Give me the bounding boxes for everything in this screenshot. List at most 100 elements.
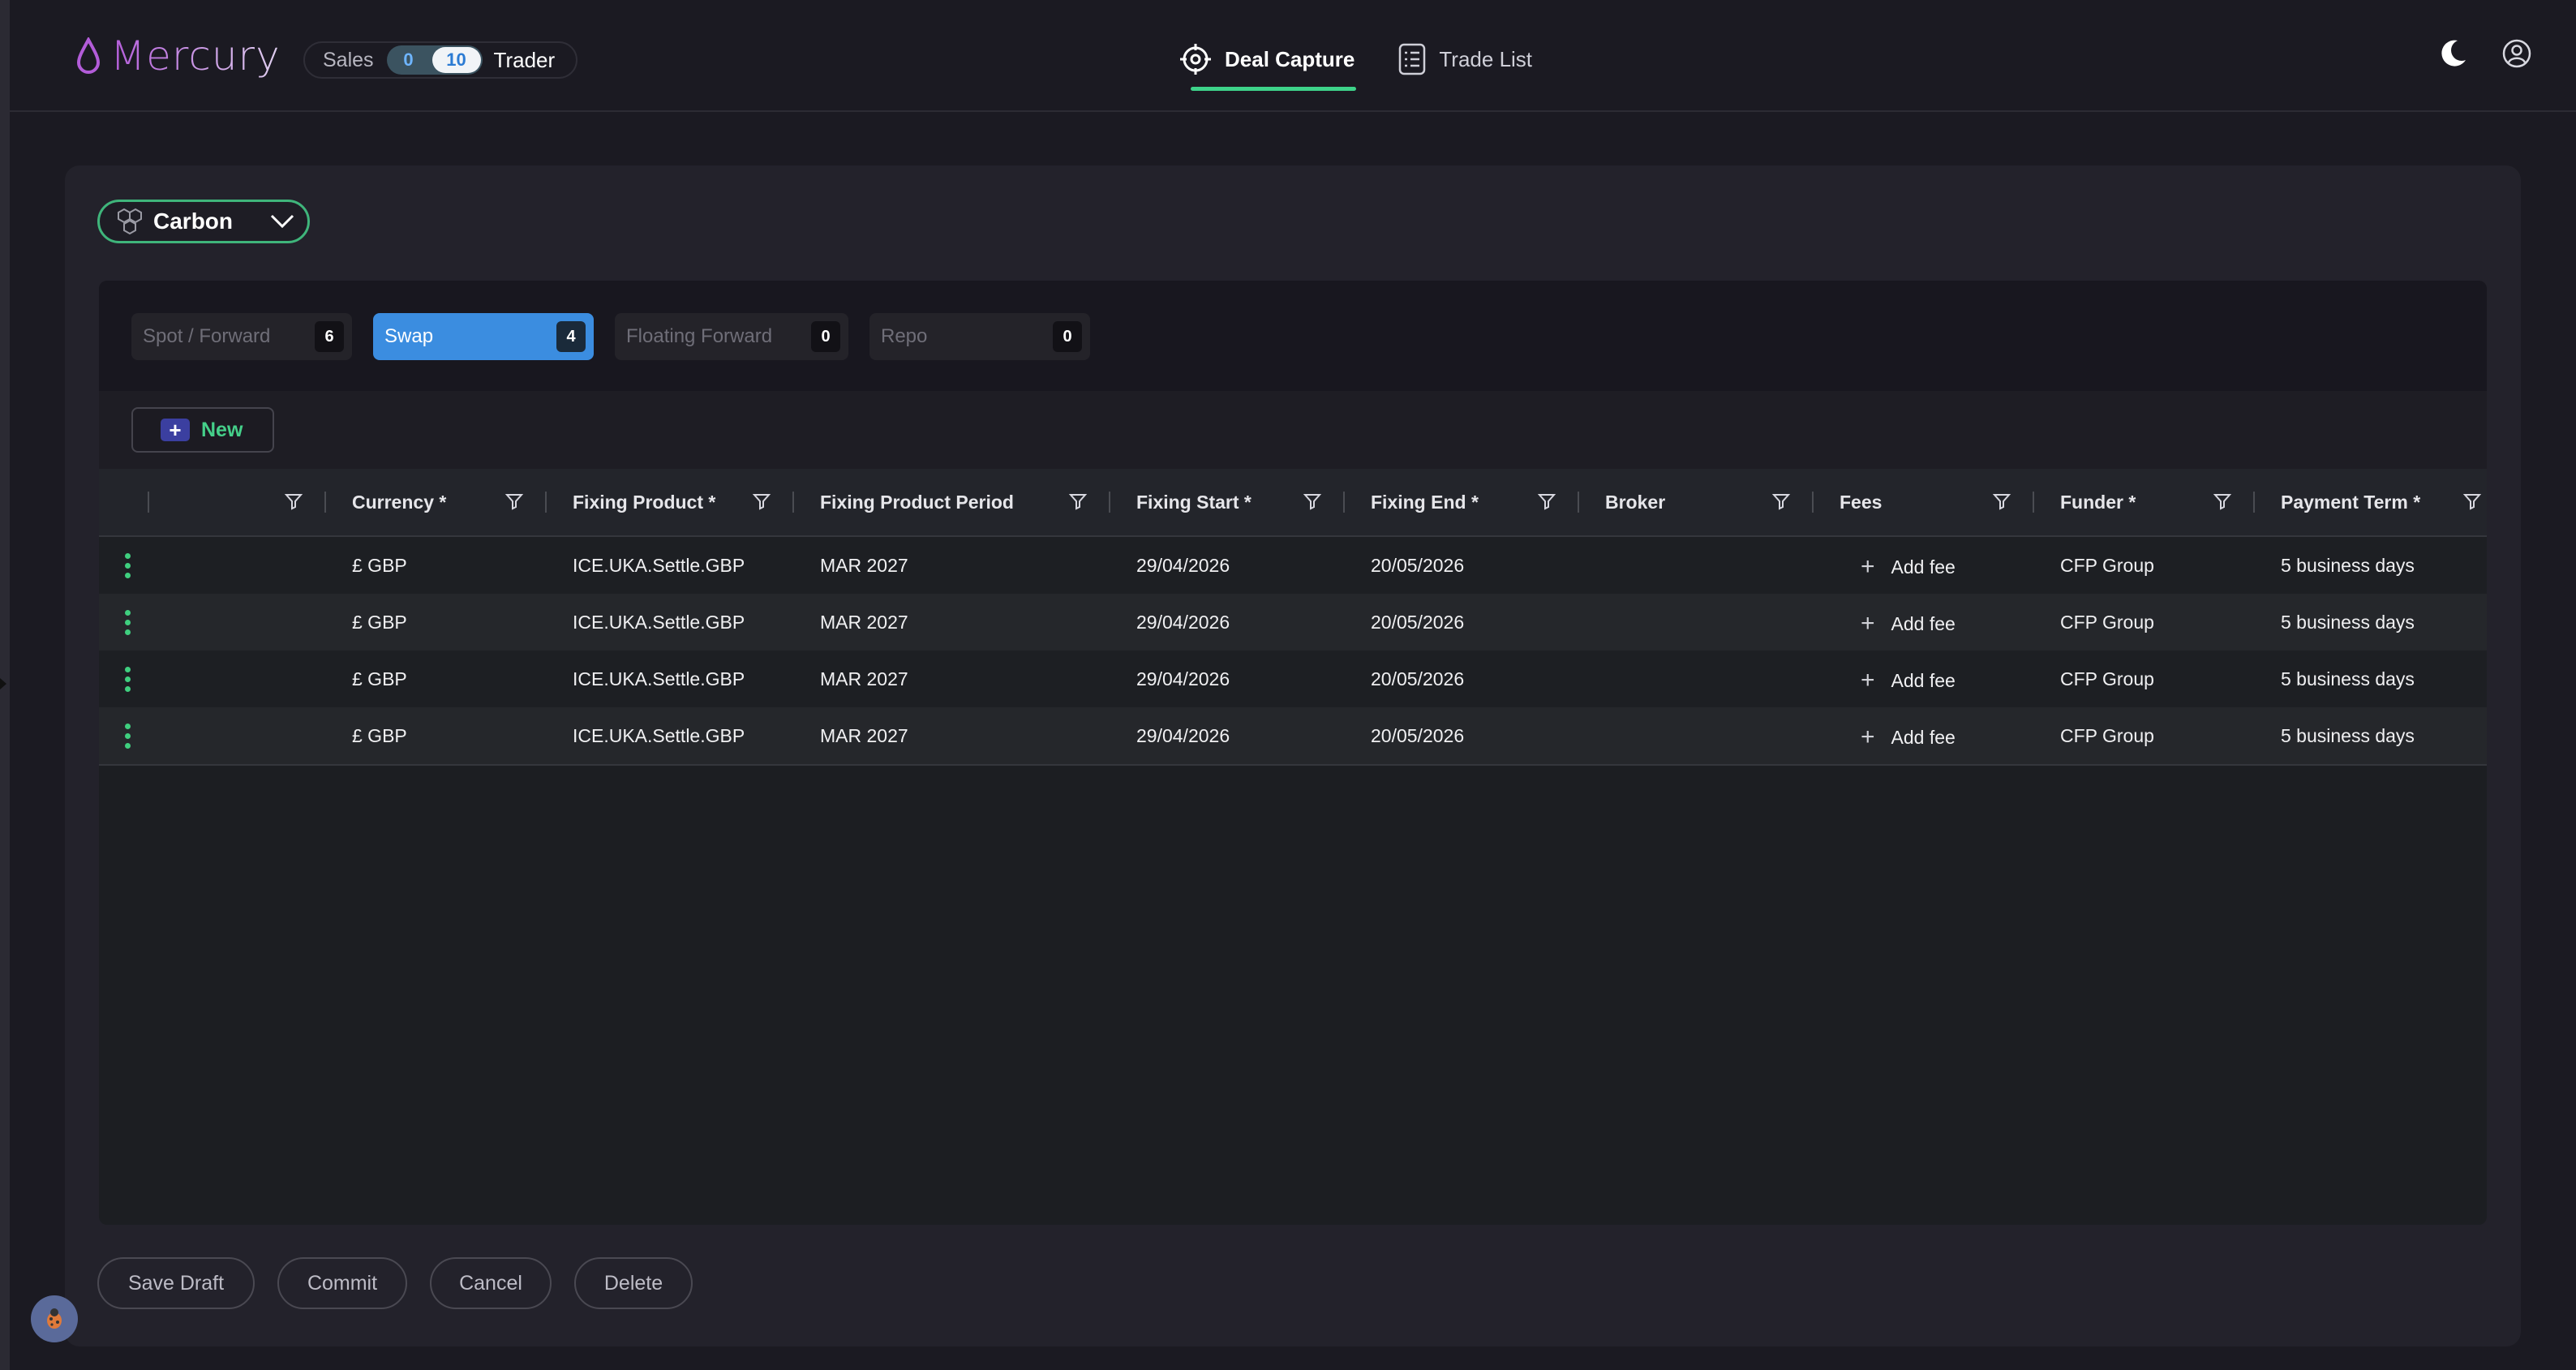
filter-icon[interactable] bbox=[504, 492, 524, 511]
filter-icon[interactable] bbox=[1068, 492, 1088, 511]
fixing-start-cell[interactable]: 29/04/2026 bbox=[1110, 594, 1345, 651]
payment-term-cell[interactable]: 5 business days bbox=[2255, 651, 2487, 707]
bug-report-icon[interactable] bbox=[31, 1295, 78, 1342]
fixing-product-cell[interactable]: ICE.UKA.Settle.GBP bbox=[547, 537, 794, 594]
filter-icon[interactable] bbox=[1537, 492, 1556, 511]
nav-trade-list[interactable]: Trade List bbox=[1397, 32, 1534, 86]
delete-button[interactable]: Delete bbox=[574, 1257, 693, 1309]
currency-cell[interactable]: £ GBP bbox=[326, 594, 547, 651]
add-fee-button[interactable]: + Add fee bbox=[1814, 610, 1956, 638]
plus-icon: + bbox=[1861, 667, 1875, 694]
plus-icon: + bbox=[1861, 724, 1875, 750]
currency-cell[interactable]: £ GBP bbox=[326, 651, 547, 707]
tab-spot-forward[interactable]: Spot / Forward 6 bbox=[131, 313, 352, 360]
tab-label: Spot / Forward bbox=[143, 325, 271, 347]
table-toolbar: + New bbox=[99, 391, 2487, 469]
fixing-period-cell[interactable]: MAR 2027 bbox=[794, 537, 1110, 594]
trader-label: Trader bbox=[493, 47, 556, 72]
column-header-broker[interactable]: Broker bbox=[1579, 469, 1814, 535]
tab-label: Floating Forward bbox=[626, 325, 773, 347]
column-header-fixing-product[interactable]: Fixing Product * bbox=[547, 469, 794, 535]
column-header-fixing-product-period[interactable]: Fixing Product Period bbox=[794, 469, 1110, 535]
broker-cell[interactable] bbox=[1579, 651, 1814, 707]
fixing-product-cell[interactable]: ICE.UKA.Settle.GBP bbox=[547, 594, 794, 651]
commit-button[interactable]: Commit bbox=[277, 1257, 407, 1309]
broker-cell[interactable] bbox=[1579, 537, 1814, 594]
filter-icon[interactable] bbox=[2462, 492, 2482, 511]
column-header-fees[interactable]: Fees bbox=[1814, 469, 2034, 535]
column-header-currency[interactable]: Currency * bbox=[326, 469, 547, 535]
tab-floating-forward[interactable]: Floating Forward 0 bbox=[615, 313, 848, 360]
tab-count: 6 bbox=[315, 321, 344, 352]
fees-cell: + Add fee bbox=[1814, 707, 2034, 764]
funder-cell[interactable]: CFP Group bbox=[2034, 651, 2255, 707]
fees-cell: + Add fee bbox=[1814, 594, 2034, 651]
currency-cell[interactable]: £ GBP bbox=[326, 537, 547, 594]
fixing-product-cell[interactable]: ICE.UKA.Settle.GBP bbox=[547, 651, 794, 707]
table-row: £ GBP ICE.UKA.Settle.GBP MAR 2027 29/04/… bbox=[99, 537, 2487, 594]
list-icon bbox=[1399, 43, 1426, 75]
trade-card: Spot / Forward 6 Swap 4 Floating Forward… bbox=[99, 281, 2487, 1225]
fixing-end-cell[interactable]: 20/05/2026 bbox=[1345, 537, 1579, 594]
moon-icon[interactable] bbox=[2436, 37, 2469, 70]
fixing-end-cell[interactable]: 20/05/2026 bbox=[1345, 594, 1579, 651]
payment-term-cell[interactable]: 5 business days bbox=[2255, 594, 2487, 651]
table-row: £ GBP ICE.UKA.Settle.GBP MAR 2027 29/04/… bbox=[99, 594, 2487, 651]
sales-trader-toggle[interactable]: Sales 0 10 Trader bbox=[303, 41, 577, 79]
fixing-end-cell[interactable]: 20/05/2026 bbox=[1345, 707, 1579, 764]
row-menu-icon[interactable] bbox=[125, 609, 131, 635]
app-logo[interactable]: Mercury bbox=[75, 32, 281, 79]
funder-cell[interactable]: CFP Group bbox=[2034, 707, 2255, 764]
tab-swap[interactable]: Swap 4 bbox=[373, 313, 594, 360]
fixing-product-cell[interactable]: ICE.UKA.Settle.GBP bbox=[547, 707, 794, 764]
broker-cell[interactable] bbox=[1579, 594, 1814, 651]
column-label: Payment Term * bbox=[2281, 491, 2421, 513]
row-menu-icon[interactable] bbox=[125, 552, 131, 578]
filter-icon[interactable] bbox=[1992, 492, 2011, 511]
hexagons-icon bbox=[118, 208, 142, 235]
row-menu-icon[interactable] bbox=[125, 666, 131, 692]
column-header-fixing-end[interactable]: Fixing End * bbox=[1345, 469, 1579, 535]
filter-icon[interactable] bbox=[284, 492, 303, 511]
column-label: Broker bbox=[1605, 491, 1666, 513]
fixing-start-cell[interactable]: 29/04/2026 bbox=[1110, 537, 1345, 594]
payment-term-cell[interactable]: 5 business days bbox=[2255, 707, 2487, 764]
user-circle-icon[interactable] bbox=[2501, 38, 2532, 69]
tab-repo[interactable]: Repo 0 bbox=[869, 313, 1090, 360]
broker-cell[interactable] bbox=[1579, 707, 1814, 764]
column-header-funder[interactable]: Funder * bbox=[2034, 469, 2255, 535]
count-pill[interactable]: 0 10 bbox=[386, 45, 483, 75]
tab-label: Swap bbox=[384, 325, 434, 347]
column-label: Fixing Product * bbox=[573, 491, 716, 513]
funder-cell[interactable]: CFP Group bbox=[2034, 537, 2255, 594]
asset-class-dropdown[interactable]: Carbon bbox=[97, 200, 310, 243]
add-fee-button[interactable]: + Add fee bbox=[1814, 724, 1956, 751]
filter-icon[interactable] bbox=[2213, 492, 2232, 511]
column-header-fixing-start[interactable]: Fixing Start * bbox=[1110, 469, 1345, 535]
fixing-end-cell[interactable]: 20/05/2026 bbox=[1345, 651, 1579, 707]
header-actions bbox=[2436, 37, 2532, 70]
fixing-period-cell[interactable]: MAR 2027 bbox=[794, 707, 1110, 764]
fixing-period-cell[interactable]: MAR 2027 bbox=[794, 651, 1110, 707]
filter-icon[interactable] bbox=[1303, 492, 1322, 511]
new-trade-button[interactable]: + New bbox=[131, 407, 274, 453]
fixing-start-cell[interactable]: 29/04/2026 bbox=[1110, 707, 1345, 764]
filter-icon[interactable] bbox=[752, 492, 771, 511]
column-header-payment-term[interactable]: Payment Term * bbox=[2255, 469, 2487, 535]
currency-cell[interactable]: £ GBP bbox=[326, 707, 547, 764]
save-draft-button[interactable]: Save Draft bbox=[97, 1257, 255, 1309]
add-fee-button[interactable]: + Add fee bbox=[1814, 553, 1956, 581]
cancel-button[interactable]: Cancel bbox=[430, 1257, 552, 1309]
nav-deal-capture[interactable]: Deal Capture bbox=[1178, 32, 1357, 91]
collapse-arrow-icon[interactable] bbox=[0, 678, 6, 689]
fixing-period-cell[interactable]: MAR 2027 bbox=[794, 594, 1110, 651]
funder-cell[interactable]: CFP Group bbox=[2034, 594, 2255, 651]
filter-icon[interactable] bbox=[1771, 492, 1791, 511]
payment-term-cell[interactable]: 5 business days bbox=[2255, 537, 2487, 594]
add-fee-button[interactable]: + Add fee bbox=[1814, 667, 1956, 694]
row-menu-icon[interactable] bbox=[125, 723, 131, 749]
deal-panel: Carbon Spot / Forward 6 Swap 4 Floating … bbox=[65, 165, 2521, 1346]
column-header-actions bbox=[99, 469, 326, 535]
fixing-start-cell[interactable]: 29/04/2026 bbox=[1110, 651, 1345, 707]
row-actions-cell bbox=[99, 594, 326, 651]
